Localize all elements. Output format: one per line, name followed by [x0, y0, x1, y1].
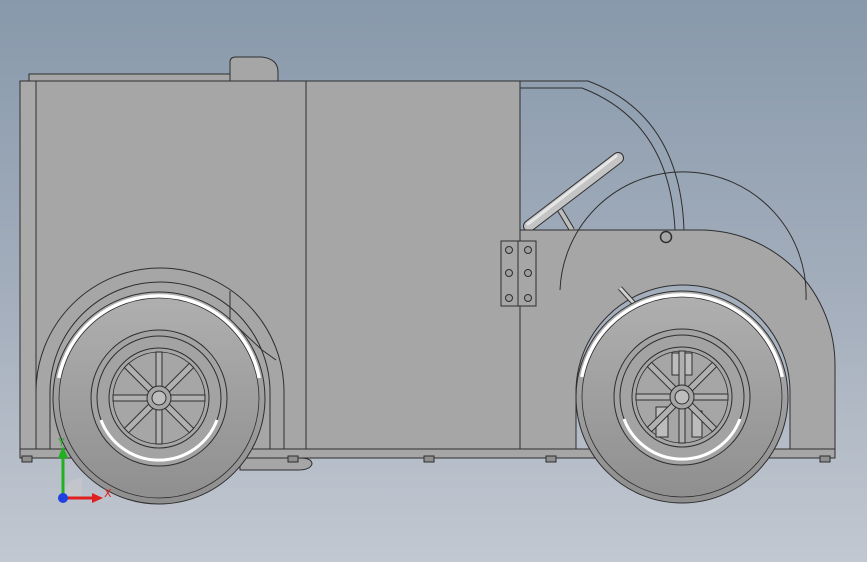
bolt-icon — [524, 294, 532, 302]
bolt-icon — [524, 269, 532, 277]
bolt-icon — [505, 294, 513, 302]
bolt-icon — [505, 246, 513, 254]
bolt-icon — [505, 269, 513, 277]
z-axis-icon — [58, 493, 68, 503]
y-axis-label: Y — [57, 436, 65, 449]
x-axis-label: X — [104, 487, 112, 500]
cargo-panel-inner-left — [19, 80, 37, 450]
door-panel[interactable] — [305, 80, 521, 450]
roof-vent — [229, 56, 279, 82]
rear-wheel[interactable] — [52, 291, 266, 505]
front-wheel[interactable] — [575, 290, 789, 504]
cad-viewport[interactable]: X Y — [0, 0, 867, 562]
bolt-icon — [819, 455, 831, 463]
fuel-cap-icon[interactable] — [659, 230, 673, 244]
steering-column[interactable] — [523, 152, 624, 232]
bolt-icon — [21, 455, 33, 463]
bolt-icon — [524, 246, 532, 254]
bolt-icon — [423, 455, 435, 463]
roof-rail — [28, 73, 231, 82]
bolt-icon — [287, 455, 299, 463]
bolt-icon — [545, 455, 557, 463]
